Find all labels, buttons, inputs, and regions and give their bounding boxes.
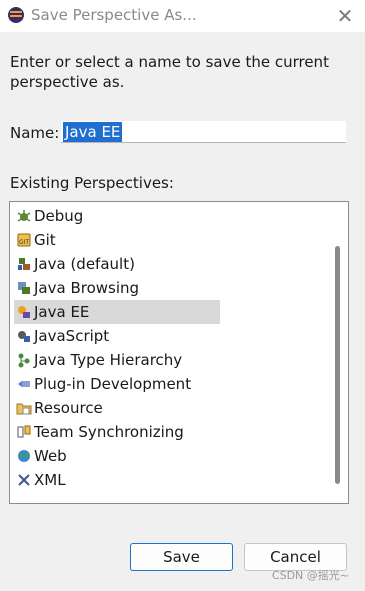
list-item-label: Java Browsing	[34, 279, 140, 297]
list-item[interactable]: XML	[14, 468, 220, 492]
list-item-label: Team Synchronizing	[34, 423, 184, 441]
svg-text:GIT: GIT	[19, 239, 29, 246]
list-item[interactable]: GIT Git	[14, 228, 220, 252]
java-icon	[16, 256, 32, 272]
list-item-label: Git	[34, 231, 56, 249]
list-item-selected[interactable]: Java EE	[14, 300, 220, 324]
resource-icon	[16, 400, 32, 416]
eclipse-icon	[8, 7, 24, 23]
java-browsing-icon	[16, 280, 32, 296]
list-scrollbar[interactable]	[335, 246, 340, 484]
watermark: CSDN @摇光~	[271, 569, 349, 582]
list-item[interactable]: Web	[14, 444, 220, 468]
list-item-label: Resource	[34, 399, 103, 417]
list-item-label: Java (default)	[34, 255, 135, 273]
plugin-icon	[16, 376, 32, 392]
team-sync-icon	[16, 424, 32, 440]
name-input-value: Java EE	[63, 122, 123, 142]
name-label: Name:	[10, 124, 60, 142]
list-item[interactable]: Java Type Hierarchy	[14, 348, 220, 372]
list-item-label: XML	[34, 471, 66, 489]
perspectives-list[interactable]: Debug GIT Git Java (default) Java Browsi…	[9, 201, 349, 504]
list-item-label: JavaScript	[34, 327, 110, 345]
list-item[interactable]: Team Synchronizing	[14, 420, 220, 444]
list-item-label: Java Type Hierarchy	[34, 351, 183, 369]
list-item-label: Web	[34, 447, 67, 465]
existing-perspectives-label: Existing Perspectives:	[10, 174, 174, 192]
list-item[interactable]: Resource	[14, 396, 220, 420]
list-item[interactable]: JavaScript	[14, 324, 220, 348]
java-ee-icon	[16, 304, 32, 320]
type-hierarchy-icon	[16, 352, 32, 368]
debug-icon	[16, 208, 32, 224]
list-item[interactable]: Debug	[14, 204, 220, 228]
xml-icon	[16, 472, 32, 488]
javascript-icon	[16, 328, 32, 344]
dialog-description: Enter or select a name to save the curre…	[10, 53, 329, 91]
web-icon	[16, 448, 32, 464]
save-button[interactable]: Save	[130, 543, 233, 571]
title-bar: Save Perspective As... ✕	[0, 0, 365, 32]
list-item-label: Java EE	[34, 303, 90, 321]
git-icon: GIT	[16, 232, 32, 248]
list-item[interactable]: Java (default)	[14, 252, 220, 276]
list-item[interactable]: Plug-in Development	[14, 372, 220, 396]
list-item[interactable]: Java Browsing	[14, 276, 220, 300]
close-button[interactable]: ✕	[331, 2, 359, 30]
name-input[interactable]: Java EE	[61, 121, 346, 143]
list-item-label: Debug	[34, 207, 84, 225]
list-item-label: Plug-in Development	[34, 375, 192, 393]
dialog-title: Save Perspective As...	[31, 6, 197, 24]
